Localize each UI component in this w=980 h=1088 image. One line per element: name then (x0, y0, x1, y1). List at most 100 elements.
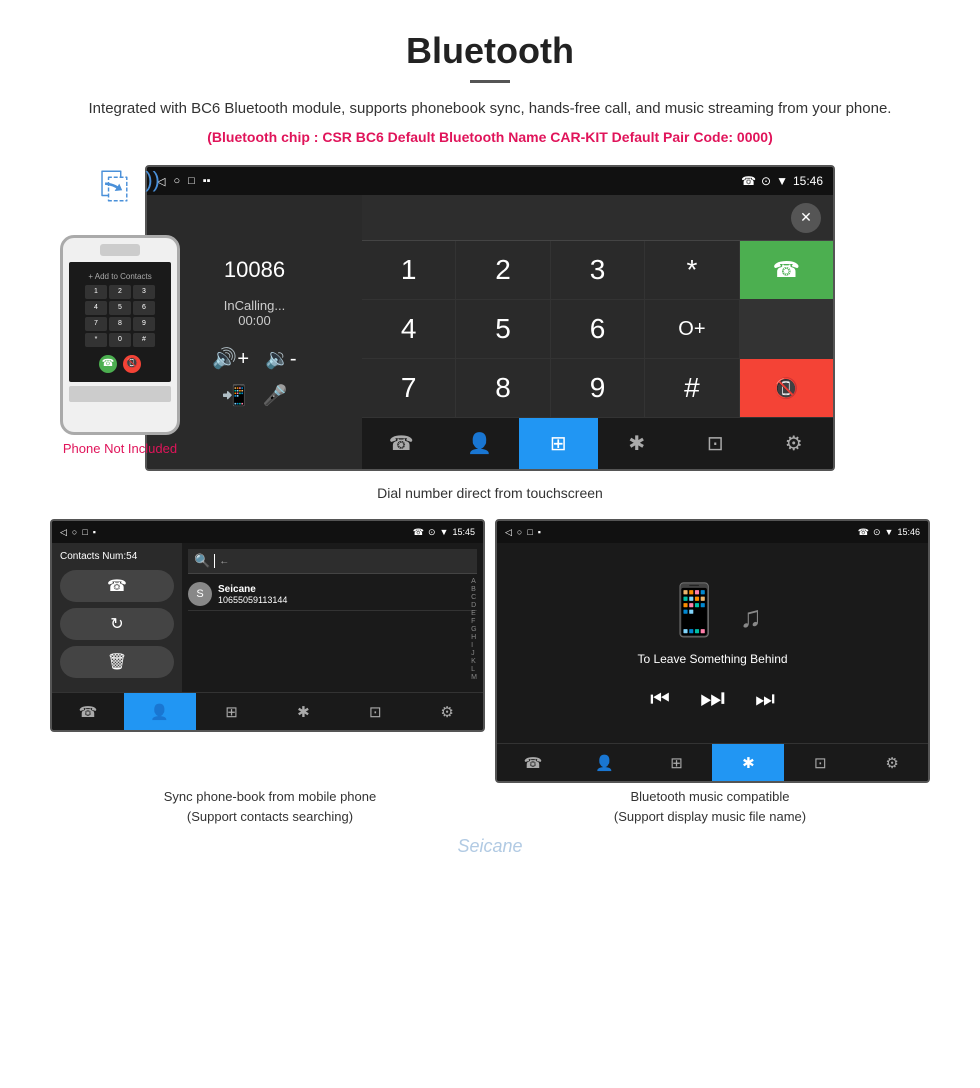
transfer-icon[interactable]: 📲 (222, 383, 247, 408)
dial-number: 10086 (224, 257, 285, 283)
sync-action-btn[interactable]: ↻ (60, 608, 174, 640)
contact-avatar: S (188, 582, 212, 606)
play-pause-button[interactable]: ⏭ (700, 682, 725, 715)
keypad-grid: 1 2 3 * ☎ 4 5 6 O+ 7 8 9 # (362, 241, 833, 417)
location-icon: ⊙ (761, 174, 771, 188)
calling-status: InCalling... (224, 298, 285, 313)
music-mini-transfer-icon[interactable]: ⊡ (784, 744, 856, 781)
bottom-call-icon[interactable]: ☎ (362, 418, 441, 469)
key-4[interactable]: 4 (362, 300, 455, 358)
music-note-icon: 📱 ♫ (663, 581, 762, 640)
dial-bottom-bar: ☎ 👤 ⊞ ✱ ⊡ ⚙ (362, 417, 833, 469)
key-7[interactable]: 7 (362, 359, 455, 417)
mini-dialpad-icon[interactable]: ⊞ (196, 693, 268, 730)
alphabet-a: A (471, 578, 477, 585)
back-arrow-icon: ← (219, 556, 229, 567)
bottom-dialpad-icon[interactable]: ⊞ (519, 418, 598, 469)
contacts-content: Contacts Num:54 ☎ ↻ 🗑 🔍 ← S (52, 543, 483, 692)
key-5[interactable]: 5 (456, 300, 549, 358)
phone-music-icon: 📱 (663, 582, 725, 638)
mini-settings-icon[interactable]: ⚙ (411, 693, 483, 730)
call-button[interactable]: ☎ (740, 241, 833, 299)
volume-down-icon[interactable]: 🔉- (265, 346, 297, 371)
end-call-button[interactable]: 📵 (740, 359, 833, 417)
dial-content: 10086 InCalling... 00:00 🔊+ 🔉- 📲 🎤 (147, 195, 833, 469)
time-display: 15:46 (793, 174, 823, 188)
music-time: 15:46 (897, 527, 920, 537)
home-nav-icon: ○ (72, 527, 77, 537)
volume-up-icon[interactable]: 🔊+ (212, 346, 249, 371)
key-1[interactable]: 1 (362, 241, 455, 299)
alphabet-b: B (471, 586, 477, 593)
contacts-location-icon: ⊙ (428, 527, 436, 538)
key-9[interactable]: 9 (551, 359, 644, 417)
contacts-status-bar: ◁ ○ □ ▪ ☎ ⊙ ▼ 15:45 (52, 521, 483, 543)
other-controls: 📲 🎤 (222, 383, 288, 408)
mic-icon[interactable]: 🎤 (263, 383, 288, 408)
header-specs: (Bluetooth chip : CSR BC6 Default Blueto… (60, 129, 920, 145)
contacts-screen: ◁ ○ □ ▪ ☎ ⊙ ▼ 15:45 Contacts Num:54 (50, 519, 485, 732)
alphabet-m: M (471, 674, 477, 681)
contacts-wifi-icon: ▼ (440, 527, 449, 537)
bottom-contacts-icon[interactable]: 👤 (441, 418, 520, 469)
mini-call-icon[interactable]: ☎ (52, 693, 124, 730)
contacts-caption: Sync phone-book from mobile phone(Suppor… (50, 787, 490, 826)
music-mini-dialpad-icon[interactable]: ⊞ (641, 744, 713, 781)
mini-transfer-icon[interactable]: ⊡ (339, 693, 411, 730)
contact-info: Seicane 10655059113144 (218, 584, 287, 605)
key-8[interactable]: 8 (456, 359, 549, 417)
alphabet-l: L (471, 666, 477, 673)
contact-number: 10655059113144 (218, 595, 287, 605)
key-6[interactable]: 6 (551, 300, 644, 358)
song-title: To Leave Something Behind (637, 652, 787, 666)
previous-track-button[interactable]: ⏮ (650, 686, 670, 712)
dial-caption: Dial number direct from touchscreen (0, 477, 980, 515)
contacts-bottom-bar: ☎ 👤 ⊞ ✱ ⊡ ⚙ (52, 692, 483, 730)
dial-keypad: ✕ 1 2 3 * ☎ 4 5 6 O+ (362, 195, 833, 469)
music-mini-settings-icon[interactable]: ⚙ (856, 744, 928, 781)
contacts-screenshot: ◁ ○ □ ▪ ☎ ⊙ ▼ 15:45 Contacts Num:54 (50, 519, 485, 783)
contact-item[interactable]: S Seicane 10655059113144 A B C D (188, 578, 477, 611)
search-icon: 🔍 (194, 553, 210, 569)
music-bottom-bar: ☎ 👤 ⊞ ✱ ⊡ ⚙ (497, 743, 928, 781)
notification-icon: ▪▪ (203, 175, 211, 187)
next-track-button[interactable]: ⏭ (755, 686, 775, 712)
alphabet-f: F (471, 618, 477, 625)
mini-contacts-icon[interactable]: 👤 (124, 693, 196, 730)
key-star[interactable]: * (645, 241, 738, 299)
delete-action-btn[interactable]: 🗑 (60, 646, 174, 678)
backspace-button[interactable]: ✕ (791, 203, 821, 233)
title-divider (470, 80, 510, 83)
music-home-icon: ○ (517, 527, 522, 537)
music-mini-call-icon[interactable]: ☎ (497, 744, 569, 781)
status-right: ☎ ⊙ ▼ 15:46 (741, 174, 823, 188)
music-note-symbol: ♫ (739, 601, 762, 634)
music-mini-bluetooth-icon[interactable]: ✱ (712, 744, 784, 781)
wifi-icon: ▼ (776, 174, 788, 188)
music-back-icon: ◁ (505, 527, 512, 538)
header-description: Integrated with BC6 Bluetooth module, su… (60, 97, 920, 121)
number-display: ✕ (362, 195, 833, 241)
key-2[interactable]: 2 (456, 241, 549, 299)
key-3[interactable]: 3 (551, 241, 644, 299)
bottom-captions: Sync phone-book from mobile phone(Suppor… (0, 787, 980, 826)
key-hash[interactable]: # (645, 359, 738, 417)
music-screenshot: ◁ ○ □ ▪ ☎ ⊙ ▼ 15:46 📱 ♫ (495, 519, 930, 783)
phone-action-btn[interactable]: ☎ (60, 570, 174, 602)
music-screen: ◁ ○ □ ▪ ☎ ⊙ ▼ 15:46 📱 ♫ (495, 519, 930, 783)
alphabet-e: E (471, 610, 477, 617)
music-location-icon: ⊙ (873, 527, 881, 538)
bottom-bluetooth-icon[interactable]: ✱ (598, 418, 677, 469)
dial-section: ⎘ )) + Add to Contacts 1 2 3 4 5 6 7 (0, 155, 980, 477)
call-timer: 00:00 (238, 313, 271, 328)
mini-bluetooth-icon[interactable]: ✱ (267, 693, 339, 730)
key-0plus[interactable]: O+ (645, 300, 738, 358)
music-mini-contacts-icon[interactable]: 👤 (569, 744, 641, 781)
bottom-settings-icon[interactable]: ⚙ (755, 418, 834, 469)
contacts-left-panel: Contacts Num:54 ☎ ↻ 🗑 (52, 543, 182, 692)
watermark: Seicane (0, 826, 980, 867)
contacts-list: S Seicane 10655059113144 A B C D (188, 578, 477, 611)
bottom-transfer-icon[interactable]: ⊡ (676, 418, 755, 469)
search-cursor (214, 554, 215, 568)
phone-label: Phone Not Included (40, 441, 200, 456)
